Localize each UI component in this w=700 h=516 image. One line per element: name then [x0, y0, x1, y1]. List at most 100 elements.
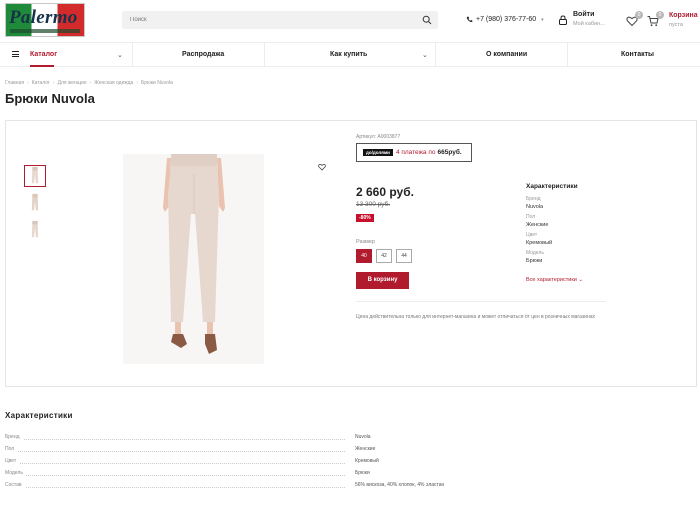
breadcrumb-separator: › [136, 80, 139, 86]
current-price: 2 660 руб. [356, 185, 414, 199]
dotted-leader [5, 463, 345, 464]
old-price: 13 300 руб. [356, 201, 391, 208]
char-row: Бренд Nuvola [526, 196, 552, 210]
search-bar [122, 11, 438, 29]
char-key: Пол [526, 214, 536, 220]
nav-divider [132, 43, 133, 66]
logo-text: Palermo [9, 7, 78, 28]
installment-amount: 665руб. [437, 149, 462, 156]
specs-table: Бренд Nuvola Пол Женские Цвет Кремовый М… [5, 434, 695, 494]
nav-divider [567, 43, 568, 66]
favorites-button[interactable]: 0 [626, 11, 643, 27]
thumbnail-1[interactable] [24, 165, 46, 187]
spec-key: Пол [5, 446, 18, 452]
add-to-favorites-icon[interactable] [318, 163, 326, 171]
all-characteristics-link[interactable]: Все характеристики ⌄ [526, 277, 583, 283]
spec-value: Кремовый [355, 458, 379, 464]
product-card: Артикул: А0003877 до/долями 4 платежа по… [5, 120, 697, 387]
nav-item-how-to-buy[interactable]: Как купить [330, 43, 367, 66]
logo-tagline-bar [10, 29, 80, 33]
lock-icon [559, 15, 567, 25]
thumbnail-3[interactable] [24, 219, 46, 241]
breadcrumb: Главная › Каталог › Для женщин › Женская од… [5, 80, 173, 86]
breadcrumb-separator: › [89, 80, 92, 86]
dolyami-badge: до/долями [363, 149, 393, 156]
breadcrumb-current: Брюки Nuvola [141, 80, 173, 86]
nav-divider [435, 43, 436, 66]
nav-divider [264, 43, 265, 66]
cart-label: Корзина [669, 12, 698, 19]
breadcrumb-item[interactable]: Для женщин [58, 80, 87, 86]
favorites-count-badge: 0 [635, 11, 643, 19]
size-option[interactable]: 42 [376, 249, 392, 263]
spec-key: Цвет [5, 458, 20, 464]
pants-photo [123, 154, 264, 364]
thumbnail-2[interactable] [24, 192, 46, 214]
search-input[interactable] [122, 11, 412, 29]
char-value: Кремовый [526, 240, 553, 246]
char-value: Женские [526, 222, 549, 228]
installment-offer[interactable]: до/долями 4 платежа по 665руб. [356, 143, 472, 162]
phone-icon [466, 16, 473, 23]
cart-status: пуста [669, 22, 683, 28]
char-row: Цвет Кремовый [526, 232, 552, 246]
char-value: Nuvola [526, 204, 544, 210]
menu-icon[interactable] [12, 51, 19, 57]
cart-summary[interactable]: Корзина пуста [669, 12, 698, 28]
breadcrumb-item[interactable]: Каталог [32, 80, 50, 86]
installment-text: 4 платежа по [395, 149, 436, 156]
spec-row: Модель Брюки [5, 470, 695, 482]
breadcrumb-item[interactable]: Женская одежда [94, 80, 133, 86]
search-icon[interactable] [422, 15, 432, 25]
nav-item-sale[interactable]: Распродажа [182, 43, 224, 66]
spec-key: Модель [5, 470, 26, 476]
breadcrumb-separator: › [52, 80, 55, 86]
size-selector: 40 42 44 [356, 249, 412, 263]
login-sub: Мой кабин... [573, 21, 605, 27]
spec-value: Женские [355, 446, 376, 452]
nav-item-contacts[interactable]: Контакты [621, 43, 654, 66]
login-label: Войти [573, 11, 595, 18]
spec-value: Брюки [355, 470, 370, 476]
spec-row: Бренд Nuvola [5, 434, 695, 446]
spec-key: Состав [5, 482, 25, 488]
chevron-down-icon[interactable]: ⌄ [117, 51, 123, 59]
dotted-leader [5, 487, 345, 488]
product-main-photo[interactable] [123, 154, 264, 364]
cart-button[interactable]: 0 [647, 11, 664, 27]
phone-text: +7 (980) 376-77-60 [476, 16, 537, 23]
divider [356, 301, 606, 302]
phone-number[interactable]: +7 (980) 376-77-60 ▾ [466, 16, 544, 23]
nav-item-catalog[interactable]: Каталог [30, 43, 57, 66]
spec-key: Бренд [5, 434, 23, 440]
page-title: Брюки Nuvola [5, 91, 95, 106]
site-logo[interactable]: Palermo [5, 3, 85, 37]
breadcrumb-separator: › [27, 80, 29, 86]
login-link[interactable]: Войти Мой кабин... [558, 11, 605, 27]
main-nav: Каталог ⌄ Распродажа Как купить ⌄ О комп… [0, 42, 700, 67]
site-header: Palermo +7 (980) 376-77-60 ▾ Войти Мой к… [0, 0, 700, 40]
price-note: Цена действительна только для интернет-м… [356, 314, 596, 320]
size-option[interactable]: 40 [356, 249, 372, 263]
characteristics-heading: Характеристики [526, 183, 578, 190]
discount-badge: -80% [356, 214, 374, 222]
spec-value: Nuvola [355, 434, 371, 440]
breadcrumb-item[interactable]: Главная [5, 80, 24, 86]
spec-row: Цвет Кремовый [5, 458, 695, 470]
spec-value: 56% вискоза, 40% хлопок, 4% эластан [355, 482, 445, 488]
size-option[interactable]: 44 [396, 249, 412, 263]
size-label: Размер [356, 239, 375, 245]
dotted-leader [5, 439, 345, 440]
nav-item-about[interactable]: О компании [486, 43, 527, 66]
char-key: Бренд [526, 196, 541, 202]
spec-row: Состав 56% вискоза, 40% хлопок, 4% эласт… [5, 482, 695, 494]
product-sku: Артикул: А0003877 [356, 134, 401, 140]
add-to-cart-button[interactable]: В корзину [356, 272, 409, 289]
spec-row: Пол Женские [5, 446, 695, 458]
chevron-down-icon[interactable]: ⌄ [422, 51, 428, 59]
char-value: Брюки [526, 258, 543, 264]
chevron-down-icon: ▾ [541, 16, 544, 23]
dotted-leader [5, 475, 345, 476]
char-key: Модель [526, 250, 544, 256]
thumbnail-list [24, 165, 46, 246]
